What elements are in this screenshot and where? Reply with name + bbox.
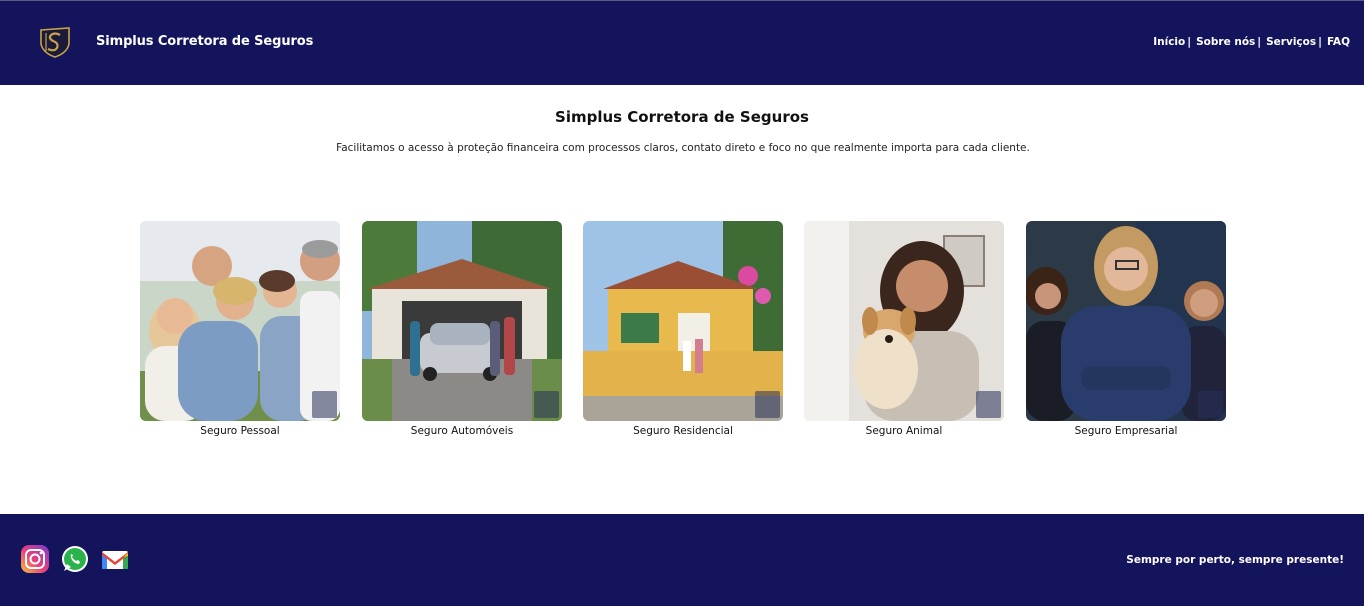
- nav-separator: |: [1187, 36, 1192, 48]
- instagram-icon[interactable]: [20, 544, 50, 574]
- shield-logo-icon[interactable]: [37, 26, 73, 59]
- page-subtitle: Facilitamos o acesso à proteção financei…: [336, 142, 1030, 154]
- card-seguro-animal[interactable]: Seguro Animal: [804, 221, 1004, 437]
- watermark-logo: [976, 391, 1001, 418]
- card-seguro-residencial[interactable]: Seguro Residencial: [583, 221, 783, 437]
- card-seguro-pessoal[interactable]: Seguro Pessoal: [140, 221, 340, 437]
- car-garage-photo-icon[interactable]: [362, 221, 562, 421]
- nav-separator: |: [1318, 36, 1322, 48]
- nav-servicos[interactable]: Serviços: [1266, 36, 1316, 48]
- gmail-icon[interactable]: [100, 544, 130, 574]
- card-label[interactable]: Seguro Empresarial: [1026, 425, 1226, 437]
- page-title: Simplus Corretora de Seguros: [555, 108, 809, 126]
- family-photo-icon[interactable]: [140, 221, 340, 421]
- site-header: Simplus Corretora de Seguros Início | Sob…: [0, 0, 1364, 85]
- site-footer: Sempre por perto, sempre presente!: [0, 514, 1364, 606]
- watermark-logo: [1198, 391, 1223, 418]
- brand-name[interactable]: Simplus Corretora de Seguros: [96, 34, 313, 49]
- card-label[interactable]: Seguro Pessoal: [140, 425, 340, 437]
- footer-slogan: Sempre por perto, sempre presente!: [1126, 554, 1344, 566]
- dog-owner-photo-icon[interactable]: [804, 221, 1004, 421]
- whatsapp-icon[interactable]: [60, 544, 90, 574]
- nav-faq[interactable]: FAQ: [1327, 36, 1350, 48]
- card-label[interactable]: Seguro Residencial: [583, 425, 783, 437]
- card-seguro-automoveis[interactable]: Seguro Automóveis: [362, 221, 562, 437]
- nav-sobre-nos[interactable]: Sobre nós: [1196, 36, 1255, 48]
- watermark-logo: [755, 391, 780, 418]
- main-nav: Início | Sobre nós | Serviços | FAQ: [1153, 36, 1350, 48]
- house-photo-icon[interactable]: [583, 221, 783, 421]
- card-label[interactable]: Seguro Automóveis: [362, 425, 562, 437]
- nav-separator: |: [1257, 36, 1262, 48]
- service-cards: Seguro Pessoal Seguro Automóveis Seguro …: [140, 221, 1230, 441]
- watermark-logo: [312, 391, 337, 418]
- card-seguro-empresarial[interactable]: Seguro Empresarial: [1026, 221, 1226, 437]
- watermark-logo: [534, 391, 559, 418]
- card-label[interactable]: Seguro Animal: [804, 425, 1004, 437]
- business-team-photo-icon[interactable]: [1026, 221, 1226, 421]
- nav-inicio[interactable]: Início: [1153, 36, 1185, 48]
